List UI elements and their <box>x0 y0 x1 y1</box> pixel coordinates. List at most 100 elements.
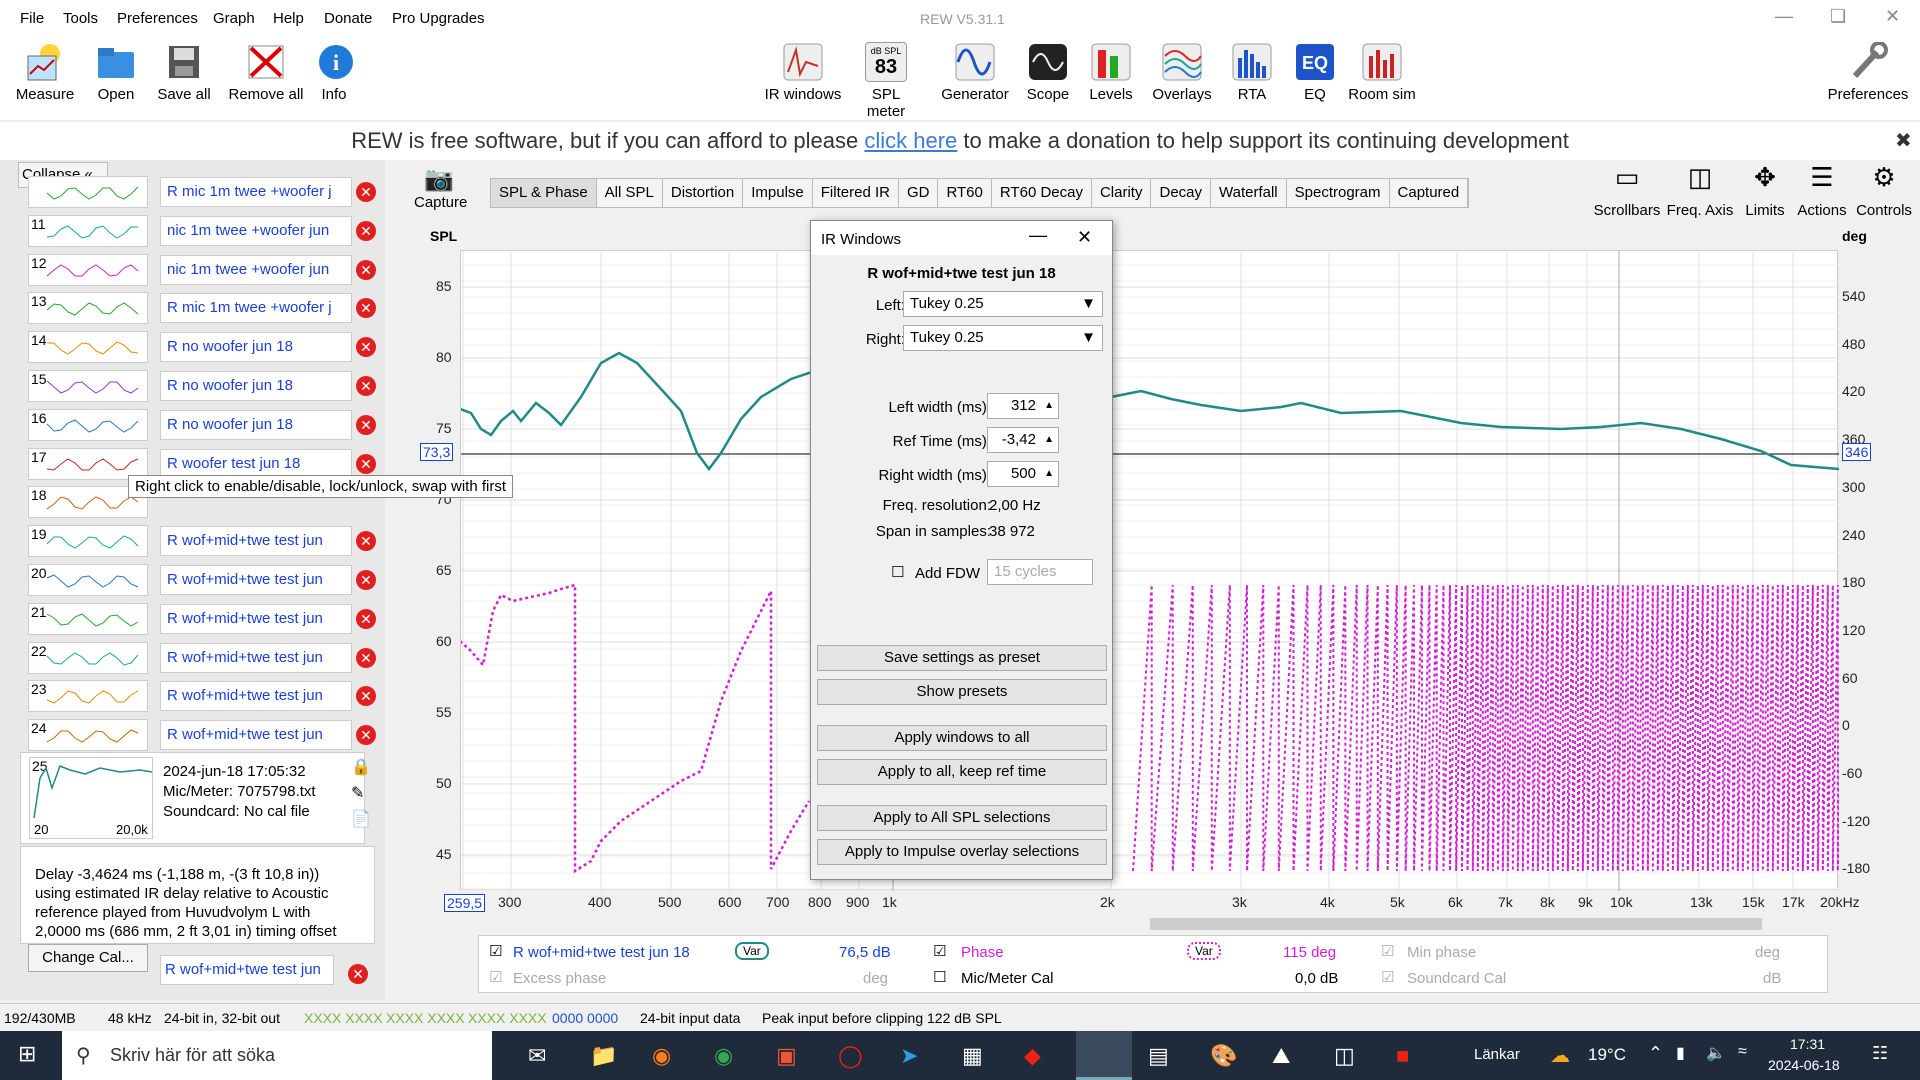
measurement-name[interactable]: R no woofer jun 18 <box>160 409 352 440</box>
notifications-icon[interactable]: ☷ <box>1872 1043 1888 1064</box>
scrollbars-button[interactable]: ▭ Scrollbars <box>1592 162 1662 219</box>
ref-time-spinner[interactable]: -3,42 ▲ <box>987 427 1059 453</box>
list-item[interactable]: 22 R wof+mid+twe test jun ✕ <box>18 640 382 676</box>
fdw-checkbox[interactable]: ☐ <box>891 563 904 581</box>
tab-filtered-ir[interactable]: Filtered IR <box>812 179 899 207</box>
menu-graph[interactable]: Graph <box>213 10 255 27</box>
pdf-icon[interactable]: ■ <box>1396 1043 1409 1069</box>
list-item[interactable]: 21 R wof+mid+twe test jun ✕ <box>18 601 382 637</box>
network-app-icon[interactable]: ◫ <box>1334 1043 1355 1069</box>
calculator-icon[interactable]: ▦ <box>962 1043 983 1069</box>
tab-captured[interactable]: Captured <box>1389 179 1469 207</box>
generator-button[interactable]: Generator <box>939 42 1011 103</box>
spl-meter-button[interactable]: dB SPL 83 SPL meter <box>851 42 921 120</box>
capture-button[interactable]: 📷 Capture <box>414 165 467 211</box>
close-icon[interactable]: ✕ <box>1885 6 1900 27</box>
spinner-arrows-icon[interactable]: ▲ <box>1044 428 1054 452</box>
superman-icon[interactable]: ◆ <box>1024 1043 1041 1069</box>
remove-measurement-icon[interactable]: ✕ <box>356 725 376 746</box>
firefox-icon[interactable]: ◉ <box>652 1043 671 1069</box>
measurement-thumbnail[interactable]: 14 <box>28 331 148 364</box>
dialog-close-icon[interactable]: ✕ <box>1077 227 1092 248</box>
measurement-name[interactable]: R no woofer jun 18 <box>160 332 352 363</box>
list-item[interactable]: R mic 1m twee +woofer j ✕ <box>18 174 382 210</box>
apply-impulse-selections-button[interactable]: Apply to Impulse overlay selections <box>817 839 1107 865</box>
tab-spl-phase[interactable]: SPL & Phase <box>491 179 597 207</box>
opera-icon[interactable]: ◯ <box>838 1043 863 1069</box>
list-item[interactable]: 24 R wof+mid+twe test jun ✕ <box>18 717 382 753</box>
apply-windows-all-button[interactable]: Apply windows to all <box>817 725 1107 751</box>
measurement-thumbnail[interactable]: 16 <box>28 408 148 441</box>
spl-phase-plot[interactable] <box>459 250 1844 927</box>
remove-measurement-icon[interactable]: ✕ <box>356 414 376 435</box>
horizontal-scrollbar[interactable] <box>1150 918 1762 930</box>
mic-cal-checkbox[interactable]: ☐ <box>933 968 946 986</box>
remove-measurement-icon[interactable]: ✕ <box>356 376 376 396</box>
ir-windows-button[interactable]: IR windows <box>762 42 844 103</box>
remove-measurement-icon[interactable]: ✕ <box>356 647 376 668</box>
tab-gd[interactable]: GD <box>898 179 939 207</box>
menu-donate[interactable]: Donate <box>324 10 372 27</box>
excess-phase-checkbox[interactable]: ☑ <box>489 968 502 986</box>
controls-button[interactable]: ⚙ Controls <box>1852 162 1916 219</box>
measurement-name[interactable]: R wof+mid+twe test jun <box>160 720 352 751</box>
measurement-thumbnail[interactable]: 15 <box>28 370 148 402</box>
overlays-button[interactable]: Overlays <box>1150 42 1214 103</box>
minimize-icon[interactable]: — <box>1775 6 1793 27</box>
file-explorer-icon[interactable]: 📁 <box>590 1043 617 1069</box>
freq-axis-button[interactable]: ◫ Freq. Axis <box>1665 162 1735 219</box>
tab-decay[interactable]: Decay <box>1151 179 1212 207</box>
tab-impulse[interactable]: Impulse <box>743 179 813 207</box>
list-item[interactable]: 20 R wof+mid+twe test jun ✕ <box>18 562 382 598</box>
office-icon[interactable]: ▣ <box>776 1043 797 1069</box>
photos-icon[interactable]: ⛰ <box>1272 1043 1290 1069</box>
measurement-thumbnail[interactable]: 22 <box>28 641 148 674</box>
spinner-arrows-icon[interactable]: ▲ <box>1044 394 1054 418</box>
measurement-name[interactable]: R wof+mid+twe test jun <box>160 603 352 634</box>
chevron-up-icon[interactable]: ⌃ <box>1648 1043 1663 1064</box>
dialog-titlebar[interactable]: IR Windows — ✕ <box>811 221 1112 255</box>
measurement-name[interactable]: R no woofer jun 18 <box>160 371 352 401</box>
menu-pro-upgrades[interactable]: Pro Upgrades <box>392 10 485 27</box>
room-sim-button[interactable]: Room sim <box>1346 42 1418 103</box>
tab-spectrogram[interactable]: Spectrogram <box>1286 179 1390 207</box>
lock-icon[interactable]: 🔒 <box>351 757 371 777</box>
apply-keep-ref-button[interactable]: Apply to all, keep ref time <box>817 759 1107 785</box>
menu-file[interactable]: File <box>20 10 44 27</box>
phase-var-swatch[interactable]: Var <box>1187 942 1221 960</box>
remove-measurement-icon[interactable]: ✕ <box>356 259 376 280</box>
spl-checkbox[interactable]: ☑ <box>489 942 502 960</box>
measurement-name[interactable]: R wof+mid+twe test jun <box>160 565 352 595</box>
measurement-thumbnail[interactable]: 19 <box>28 525 148 558</box>
remove-measurement-icon[interactable]: ✕ <box>356 531 376 552</box>
remove-measurement-icon[interactable]: ✕ <box>356 220 376 241</box>
volume-icon[interactable]: 🔈 <box>1706 1043 1726 1063</box>
list-item[interactable]: 19 R wof+mid+twe test jun ✕ <box>18 523 382 559</box>
measurement-name[interactable]: R mic 1m twee +woofer j <box>160 293 352 324</box>
telegram-icon[interactable]: ➤ <box>900 1043 918 1069</box>
ltspice-icon[interactable]: ▤ <box>1148 1043 1169 1069</box>
measurement-name[interactable]: R wof+mid+twe test jun <box>160 526 352 557</box>
remove-measurement-icon[interactable]: ✕ <box>356 608 376 629</box>
save-all-button[interactable]: Save all <box>155 42 213 103</box>
weather-icon[interactable]: ☁ <box>1550 1043 1570 1068</box>
close-banner-icon[interactable]: ✖ <box>1895 122 1912 160</box>
fdw-cycles-spinner[interactable]: 15 cycles <box>987 559 1093 585</box>
left-width-spinner[interactable]: 312 ▲ <box>987 393 1059 419</box>
chrome-icon[interactable]: ◉ <box>714 1043 733 1069</box>
measurement-name[interactable]: nic 1m twee +woofer jun <box>160 254 352 285</box>
measurement-name[interactable]: R wof+mid+twe test jun <box>160 955 334 985</box>
dialog-minimize-icon[interactable]: — <box>1029 225 1047 246</box>
list-item[interactable]: 15 R no woofer jun 18 ✕ <box>18 368 382 404</box>
measure-button[interactable]: Measure <box>14 42 76 103</box>
measurement-thumbnail[interactable] <box>28 176 148 208</box>
taskbar-search-box[interactable]: ⚲ Skriv här för att söka <box>62 1031 492 1080</box>
limits-button[interactable]: ✥ Limits <box>1740 162 1790 219</box>
mail-app-icon[interactable]: ✉ <box>528 1043 546 1069</box>
document-icon[interactable]: 📄 <box>351 809 371 829</box>
save-preset-button[interactable]: Save settings as preset <box>817 645 1107 671</box>
measurement-name[interactable]: R mic 1m twee +woofer j <box>160 177 352 207</box>
scope-button[interactable]: Scope <box>1025 42 1071 103</box>
measurement-name[interactable]: nic 1m twee +woofer jun <box>160 215 352 246</box>
list-item[interactable]: 16 R no woofer jun 18 ✕ <box>18 407 382 443</box>
